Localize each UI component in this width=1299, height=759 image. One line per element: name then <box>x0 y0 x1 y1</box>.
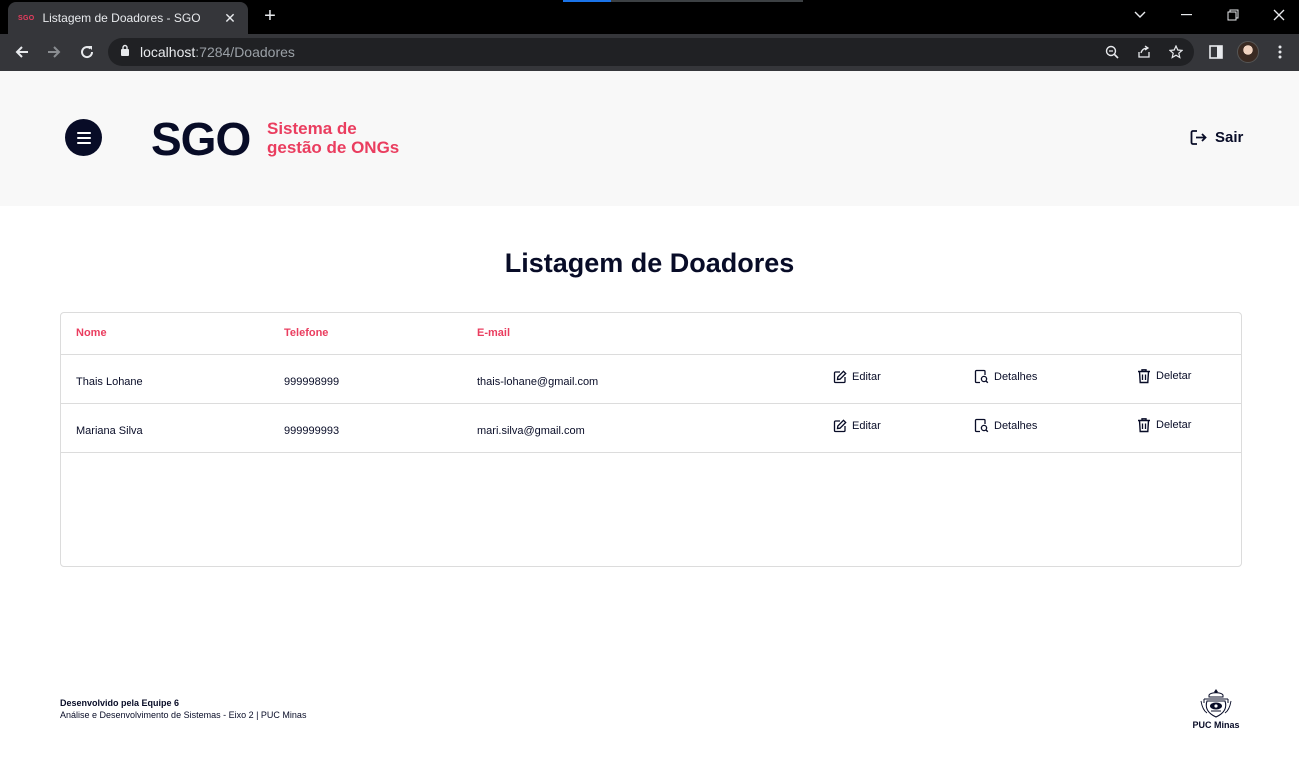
page-title: Listagem de Doadores <box>504 248 795 278</box>
puc-crest-icon <box>1200 689 1232 718</box>
edit-icon <box>833 419 847 433</box>
table-row: Thais Lohane 999998999 thais-lohane@gmai… <box>61 355 1241 404</box>
bookmark-star-icon[interactable] <box>1168 44 1184 60</box>
new-tab-button[interactable]: + <box>260 6 280 26</box>
address-bar[interactable]: localhost:7284/Doadores <box>108 38 1194 66</box>
side-panel-icon[interactable] <box>1207 43 1225 61</box>
restore-button[interactable] <box>1210 0 1256 30</box>
logout-label: Sair <box>1215 129 1244 146</box>
donors-table: Nome Telefone E-mail Thais Lohane 999998… <box>60 312 1242 567</box>
logout-icon <box>1190 130 1207 145</box>
sgo-logo: SGO <box>151 113 251 165</box>
details-label: Detalhes <box>994 370 1038 383</box>
tab-loading-bar <box>563 0 803 2</box>
details-button[interactable]: Detalhes <box>974 369 1037 384</box>
hamburger-menu-button[interactable] <box>65 119 102 156</box>
trash-icon <box>1138 369 1150 384</box>
cell-email: thais-lohane@gmail.com <box>477 376 599 388</box>
close-window-button[interactable] <box>1256 0 1299 30</box>
browser-tab[interactable]: SGO Listagem de Doadores - SGO ✕ <box>8 2 248 34</box>
delete-button[interactable]: Deletar <box>1137 368 1191 384</box>
browser-toolbar: localhost:7284/Doadores <box>0 34 1299 71</box>
tab-title: Listagem de Doadores - SGO <box>42 11 201 25</box>
footer-course: Análise e Desenvolvimento de Sistemas - … <box>60 710 307 720</box>
menu-icon <box>76 131 91 134</box>
document-search-icon <box>974 418 989 433</box>
tab-close-icon[interactable]: ✕ <box>222 10 238 27</box>
puc-minas-label: PUC Minas <box>1192 720 1240 730</box>
edit-button[interactable]: Editar <box>833 419 881 433</box>
forward-button[interactable] <box>42 40 66 64</box>
reload-button[interactable] <box>75 40 99 64</box>
cell-nome: Thais Lohane <box>76 376 143 388</box>
document-search-icon <box>974 369 989 384</box>
more-menu-icon[interactable] <box>1271 43 1289 61</box>
trash-icon <box>1138 418 1150 433</box>
edit-label: Editar <box>852 420 881 432</box>
url-text[interactable]: localhost:7284/Doadores <box>140 44 295 60</box>
share-icon[interactable] <box>1136 44 1152 60</box>
delete-label: Deletar <box>1156 370 1192 382</box>
logout-button[interactable]: Sair <box>1190 129 1243 146</box>
cell-telefone: 999998999 <box>284 376 340 388</box>
cell-nome: Mariana Silva <box>76 425 143 437</box>
minimize-button[interactable] <box>1164 0 1210 30</box>
delete-label: Deletar <box>1156 419 1192 431</box>
lock-icon[interactable] <box>120 43 130 61</box>
tab-search-chevron-icon[interactable] <box>1117 0 1163 30</box>
table-row: Mariana Silva 999999993 mari.silva@gmail… <box>61 404 1241 453</box>
edit-icon <box>833 370 847 384</box>
column-header-telefone: Telefone <box>284 327 329 339</box>
table-header: Nome Telefone E-mail <box>61 313 1241 355</box>
zoom-icon[interactable] <box>1104 44 1120 60</box>
profile-avatar[interactable] <box>1237 41 1259 63</box>
browser-tab-strip: SGO Listagem de Doadores - SGO ✕ + <box>0 0 1299 34</box>
cell-telefone: 999999993 <box>284 425 340 437</box>
sgo-favicon-icon: SGO <box>18 14 35 22</box>
edit-label: Editar <box>852 371 881 383</box>
logo-subtitle: Sistema de gestão de ONGs <box>267 119 400 157</box>
back-button[interactable] <box>10 40 34 64</box>
column-header-email: E-mail <box>477 327 511 339</box>
column-header-nome: Nome <box>76 327 107 339</box>
delete-button[interactable]: Deletar <box>1137 417 1191 433</box>
edit-button[interactable]: Editar <box>833 370 881 384</box>
app-header: SGO Sistema de gestão de ONGs Sair <box>0 71 1299 206</box>
cell-email: mari.silva@gmail.com <box>477 425 585 437</box>
details-label: Detalhes <box>994 419 1038 432</box>
puc-minas-logo: PUC Minas <box>1190 687 1242 732</box>
footer-credit: Desenvolvido pela Equipe 6 <box>60 698 180 708</box>
details-button[interactable]: Detalhes <box>974 418 1037 433</box>
